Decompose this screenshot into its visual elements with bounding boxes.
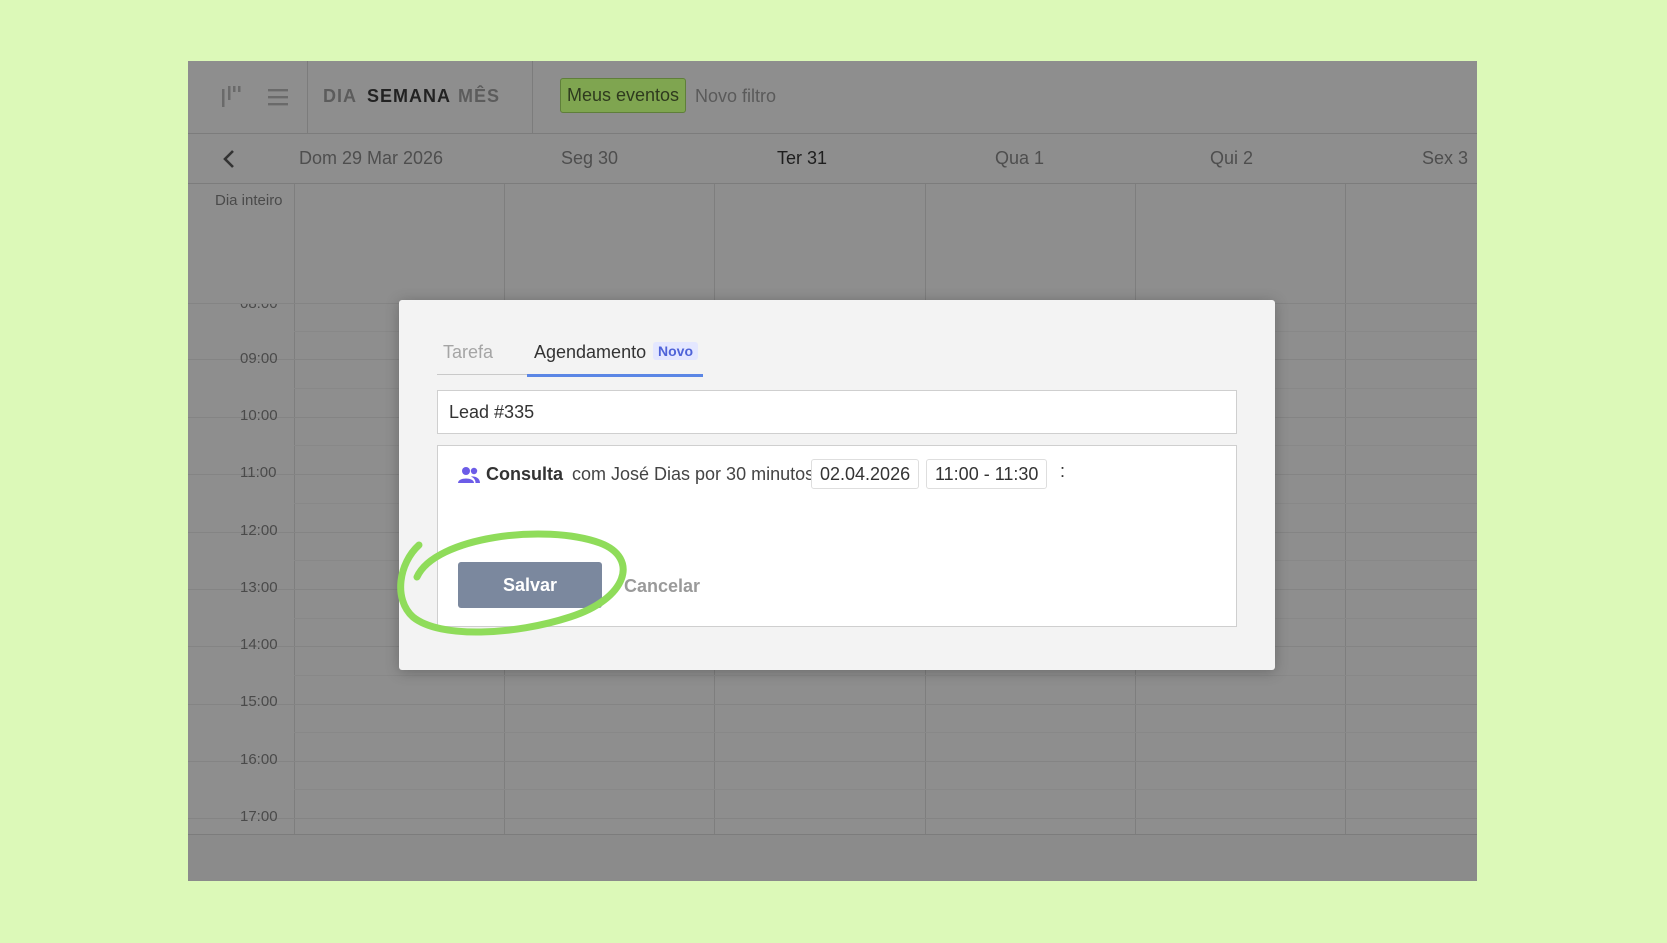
appointment-details-panel: Consulta com José Dias por 30 minutos 02… [437, 445, 1237, 627]
grid-line [188, 761, 1477, 762]
column-divider [1345, 184, 1346, 834]
new-badge: Novo [653, 342, 698, 360]
day-header-thu[interactable]: Qui 2 [1210, 148, 1253, 169]
tab-appointment[interactable]: Agendamento Novo [527, 338, 703, 377]
day-header-sun[interactable]: Dom 29 Mar 2026 [299, 148, 443, 169]
toolbar-icon-group [188, 61, 308, 134]
service-name[interactable]: Consulta [486, 464, 563, 485]
day-header-wed[interactable]: Qua 1 [995, 148, 1044, 169]
top-toolbar: DIA SEMANA MÊS Meus eventos Novo filtro [188, 61, 1477, 134]
hour-label: 11:00 [240, 464, 277, 481]
date-header-row: Dom 29 Mar 2026 Seg 30 Ter 31 Qua 1 Qui … [188, 134, 1477, 184]
view-tab-day[interactable]: DIA [323, 86, 357, 107]
column-divider [294, 184, 295, 834]
tab-appointment-label: Agendamento [534, 342, 647, 362]
my-events-filter-chip[interactable]: Meus eventos [560, 78, 687, 113]
hour-label: 17:00 [240, 808, 278, 825]
day-header-mon[interactable]: Seg 30 [561, 148, 618, 169]
tab-task[interactable]: Tarefa [443, 342, 493, 363]
modal-tabs: Tarefa Agendamento Novo [437, 338, 703, 377]
new-filter-link[interactable]: Novo filtro [695, 86, 776, 107]
grid-line [188, 818, 1477, 819]
separator-colon: : [1060, 461, 1066, 481]
time-range-field[interactable]: 11:00 - 11:30 [926, 459, 1048, 489]
people-icon [458, 467, 480, 483]
hour-label: 15:00 [240, 693, 278, 710]
view-tab-month[interactable]: MÊS [458, 86, 500, 107]
grid-line [188, 704, 1477, 705]
hour-label: 13:00 [240, 579, 278, 596]
hour-label: 16:00 [240, 751, 278, 768]
grid-line [294, 789, 1477, 790]
grid-line [294, 732, 1477, 733]
view-switcher: DIA SEMANA MÊS [308, 61, 533, 134]
hour-label: 14:00 [240, 636, 278, 653]
save-button[interactable]: Salvar [458, 562, 602, 608]
day-header-tue[interactable]: Ter 31 [777, 148, 827, 169]
logo-icon[interactable] [218, 83, 246, 111]
view-tab-week[interactable]: SEMANA [367, 86, 451, 107]
appointment-title-input[interactable] [437, 390, 1237, 434]
new-appointment-modal: Tarefa Agendamento Novo Consulta com Jos… [399, 300, 1275, 670]
back-icon[interactable] [218, 147, 240, 171]
menu-icon[interactable] [264, 83, 292, 111]
all-day-label: Dia inteiro [215, 192, 283, 209]
calendar-footer [188, 834, 1477, 881]
service-description: com José Dias por 30 minutos [572, 464, 815, 484]
hour-label: 09:00 [240, 350, 278, 367]
date-field[interactable]: 02.04.2026 [811, 459, 920, 489]
hour-label: 10:00 [240, 407, 278, 424]
grid-line [294, 675, 1477, 676]
day-header-fri[interactable]: Sex 3 [1422, 148, 1468, 169]
cancel-button[interactable]: Cancelar [624, 576, 700, 597]
hour-label: 12:00 [240, 522, 278, 539]
